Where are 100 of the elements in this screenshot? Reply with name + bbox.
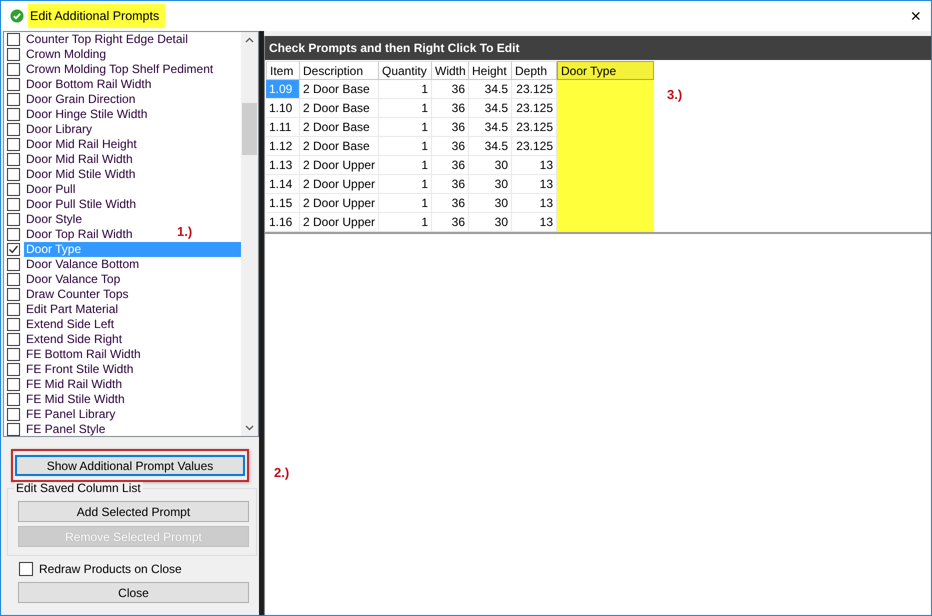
window-title: Edit Additional Prompts [28,4,166,28]
checkbox-label[interactable]: Redraw Products on Close [39,562,182,576]
scrollbar[interactable] [241,32,258,436]
column-header[interactable]: Height [469,61,512,80]
table-cell: 30 [469,213,512,232]
table-cell: 2 Door Base [300,137,379,156]
list-item[interactable]: FE Panel Library [24,407,118,422]
checkbox[interactable] [7,273,20,286]
column-header[interactable]: Quantity [379,61,432,80]
checkbox[interactable] [7,183,20,196]
column-header[interactable]: Description [300,61,379,80]
chevron-down-icon[interactable] [245,425,254,431]
table-cell: 34.5 [469,80,512,99]
list-item[interactable]: Door Pull Stile Width [24,197,138,212]
list-item[interactable]: Door Valance Top [24,272,122,287]
checkbox[interactable] [7,168,20,181]
list-item[interactable]: Door Pull [24,182,78,197]
checkbox[interactable] [7,213,20,226]
checkbox[interactable] [19,562,33,576]
checkbox[interactable] [7,393,20,406]
list-item[interactable]: Crown Molding [24,47,108,62]
checkbox[interactable] [7,258,20,271]
table-cell: 36 [432,99,469,118]
table-cell: 2 Door Upper [300,213,379,232]
list-item[interactable]: Door Hinge Stile Width [24,107,150,122]
checkbox[interactable] [7,318,20,331]
list-item[interactable]: Door Bottom Rail Width [24,77,154,92]
checkbox[interactable] [7,333,20,346]
table-cell: 36 [432,213,469,232]
list-item[interactable]: Door Valance Bottom [24,257,142,272]
table-cell: 1.10 [266,99,300,118]
checkbox[interactable] [7,228,20,241]
list-item[interactable]: FE Panel Style [24,422,108,437]
checkbox[interactable] [7,348,20,361]
checkbox[interactable] [7,303,20,316]
table-cell: 34.5 [469,99,512,118]
list-item[interactable]: Crown Molding Top Shelf Pediment [24,62,216,77]
close-button[interactable]: × [910,7,921,25]
column-header[interactable]: Door Type [557,61,654,80]
table-cell: 36 [432,175,469,194]
checkbox[interactable] [7,288,20,301]
checkbox[interactable] [7,48,20,61]
checkbox[interactable] [7,108,20,121]
checkbox[interactable] [7,153,20,166]
table-cell: 1.14 [266,175,300,194]
table-cell: 1 [379,99,432,118]
table-cell: 30 [469,194,512,213]
table-cell: 2 Door Upper [300,194,379,213]
list-item[interactable]: Draw Counter Tops [24,287,130,302]
list-item[interactable]: Door Mid Stile Width [24,167,138,182]
list-item[interactable]: FE Mid Rail Width [24,377,124,392]
prompt-button[interactable]: Add Selected Prompt [18,501,249,522]
step-annotation: 3.) [667,87,682,102]
checkbox[interactable] [7,423,20,436]
table-cell: 36 [432,118,469,137]
list-item[interactable]: Extend Side Left [24,317,116,332]
chevron-up-icon[interactable] [245,37,254,43]
close-button[interactable]: Close [18,582,249,603]
check-circle-icon [10,9,24,23]
checkbox[interactable] [7,78,20,91]
list-item[interactable]: Extend Side Right [24,332,124,347]
list-item[interactable]: Edit Part Material [24,302,120,317]
list-item[interactable]: FE Bottom Rail Width [24,347,143,362]
table-cell: 2 Door Base [300,99,379,118]
table-cell: 36 [432,137,469,156]
step-annotation: 1.) [177,224,192,239]
table-cell: 1.15 [266,194,300,213]
checkbox[interactable] [7,363,20,376]
scrollbar-thumb[interactable] [242,103,257,155]
table-cell: 36 [432,80,469,99]
checkbox[interactable] [7,243,20,256]
list-item[interactable]: Door Mid Rail Height [24,137,139,152]
checkbox[interactable] [7,123,20,136]
list-item[interactable]: Door Library [24,122,94,137]
checkbox[interactable] [7,93,20,106]
table-cell: 2 Door Upper [300,175,379,194]
list-item[interactable]: Door Style [24,212,84,227]
table-cell: 1.12 [266,137,300,156]
table-cell: 2 Door Base [300,80,379,99]
list-item[interactable]: Door Grain Direction [24,92,138,107]
list-item[interactable]: FE Front Stile Width [24,362,136,377]
table-cell: 36 [432,156,469,175]
column-header[interactable]: Width [432,61,469,80]
list-item[interactable]: Counter Top Right Edge Detail [24,32,190,47]
panel-header: Check Prompts and then Right Click To Edit [265,36,931,60]
table-cell: 1 [379,175,432,194]
checkbox[interactable] [7,378,20,391]
list-item[interactable]: Door Mid Rail Width [24,152,135,167]
table-cell: 1 [379,194,432,213]
checkbox[interactable] [7,198,20,211]
list-item[interactable]: Door Top Rail Width [24,227,134,242]
checkbox[interactable] [7,33,20,46]
table-cell: 1.09 [266,80,300,99]
list-item[interactable]: FE Mid Stile Width [24,392,127,407]
checkbox[interactable] [7,408,20,421]
column-header[interactable]: Item [266,61,300,80]
checkbox[interactable] [7,63,20,76]
show-values-button[interactable]: Show Additional Prompt Values [15,455,245,476]
checkbox[interactable] [7,138,20,151]
table-cell: 34.5 [469,118,512,137]
